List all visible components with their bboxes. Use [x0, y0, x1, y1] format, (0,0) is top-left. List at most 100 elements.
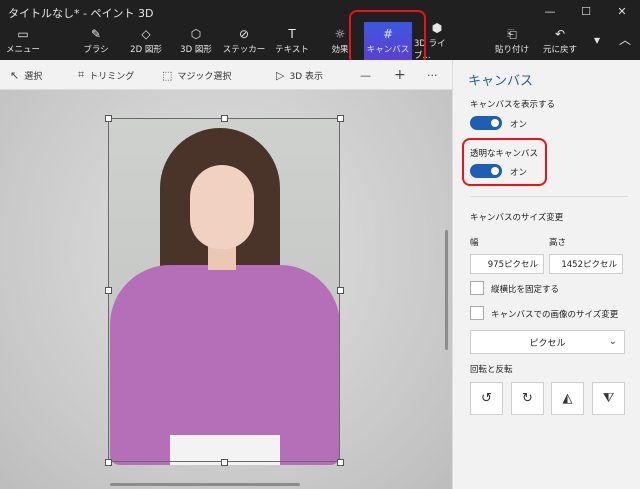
toggle-knob: [491, 119, 499, 127]
text-icon: T: [288, 27, 296, 41]
height-label: 高さ: [549, 238, 567, 248]
canvas-selection-frame: [108, 118, 340, 462]
toolbar-3d-shapes-label: 3D 図形: [180, 45, 212, 55]
magic-select-label: マジック選択: [177, 71, 232, 82]
maximize-icon: ☐: [581, 4, 591, 18]
resize-handle-top[interactable]: [221, 115, 228, 122]
close-button[interactable]: ✕: [604, 0, 640, 22]
horizontal-scrollbar[interactable]: [110, 483, 300, 486]
toolbar-2d-shapes[interactable]: ◇ 2D 図形: [124, 22, 168, 60]
crop-button[interactable]: ⌗ トリミング: [78, 67, 134, 83]
secondary-toolbar: ↖ 選択 ⌗ トリミング ⬚ マジック選択 ▷ 3D 表示 — + ···: [0, 60, 452, 90]
width-input[interactable]: 975ピクセル: [470, 254, 544, 274]
3d-shape-icon: ⬡: [190, 27, 202, 41]
canvas-panel: キャンバス キャンバスを表示する オン 透明なキャンバス オン キャンバスのサイ…: [452, 60, 640, 489]
chevron-down-icon: ⌄: [608, 336, 617, 347]
select-arrow-icon: ↖: [10, 68, 20, 82]
paste-icon: ⎗: [507, 27, 517, 41]
toolbar-more-button[interactable]: ▾: [588, 22, 606, 60]
panel-title: キャンバス: [468, 74, 534, 89]
effects-icon: ☼: [334, 27, 346, 41]
plus-icon: +: [394, 67, 406, 83]
crop-icon: ⌗: [78, 68, 85, 81]
chevron-up-icon: ︿: [618, 33, 631, 47]
select-button[interactable]: ↖ 選択: [10, 67, 42, 83]
show-canvas-state: オン: [510, 120, 528, 130]
2d-shape-icon: ◇: [141, 27, 151, 41]
zoom-out-button[interactable]: —: [360, 67, 371, 83]
rotate-right-icon: ↻: [522, 391, 533, 406]
toolbar-stickers-label: ステッカー: [222, 45, 266, 55]
toolbar-effects-label: 効果: [331, 45, 349, 55]
canvas-tool-highlight: [349, 10, 426, 65]
vertical-scrollbar[interactable]: [445, 230, 448, 350]
toolbar-paste[interactable]: ⎗ 貼り付け: [492, 22, 532, 60]
toolbar-text-label: テキスト: [275, 45, 309, 55]
toolbar-3d-shapes[interactable]: ⬡ 3D 図形: [174, 22, 218, 60]
toolbar-brush[interactable]: ✎ ブラシ: [76, 22, 116, 60]
3d-view-icon: ▷: [276, 68, 285, 82]
unit-dropdown[interactable]: ピクセル ⌄: [470, 330, 625, 354]
resize-handle-left[interactable]: [105, 287, 112, 294]
toolbar-paste-label: 貼り付け: [494, 45, 529, 55]
panel-divider: [470, 196, 628, 197]
3d-view-button[interactable]: ▷ 3D 表示: [276, 67, 323, 83]
toolbar-menu-label: メニュー: [5, 45, 40, 55]
magic-select-icon: ⬚: [162, 68, 173, 82]
lock-aspect-checkbox[interactable]: [470, 281, 484, 295]
menu-icon: ▭: [17, 27, 29, 41]
flip-horizontal-icon: ◭: [562, 391, 573, 406]
zoom-in-button[interactable]: +: [394, 67, 406, 83]
toolbar-stickers[interactable]: ⊘ ステッカー: [222, 22, 266, 60]
more-icon: ···: [427, 68, 438, 82]
toolbar-menu[interactable]: ▭ メニュー: [2, 22, 44, 60]
flip-horizontal-button[interactable]: ◭: [551, 382, 584, 415]
toolbar-collapse-button[interactable]: ︿: [612, 22, 638, 60]
3d-view-label: 3D 表示: [289, 71, 323, 82]
canvas-area[interactable]: [0, 90, 452, 489]
height-input[interactable]: 1452ピクセル: [549, 254, 623, 274]
toolbar-2d-shapes-label: 2D 図形: [130, 45, 162, 55]
toolbar-brush-label: ブラシ: [83, 45, 109, 55]
show-canvas-label: キャンバスを表示する: [470, 100, 556, 110]
rotate-left-icon: ↺: [481, 391, 492, 406]
3d-library-icon: ⬢: [431, 21, 443, 35]
rotate-heading: 回転と反転: [470, 365, 513, 375]
rotate-right-button[interactable]: ↻: [511, 382, 544, 415]
resize-handle-top-left[interactable]: [105, 115, 112, 122]
toolbar-undo[interactable]: ↶ 元に戻す: [540, 22, 580, 60]
rotate-left-button[interactable]: ↺: [470, 382, 503, 415]
minimize-button[interactable]: —: [532, 0, 568, 22]
maximize-button[interactable]: ☐: [568, 0, 604, 22]
undo-icon: ↶: [554, 27, 566, 41]
window-title: タイトルなし* - ペイント 3D: [8, 7, 154, 20]
more-options-button[interactable]: ···: [427, 67, 438, 83]
flip-vertical-button[interactable]: ⧨: [592, 382, 625, 415]
resize-heading: キャンバスのサイズ変更: [470, 213, 564, 223]
select-label: 選択: [24, 71, 43, 82]
brush-icon: ✎: [90, 27, 102, 41]
chevron-down-icon: ▾: [593, 33, 601, 47]
sticker-icon: ⊘: [238, 27, 250, 41]
resize-handle-bottom[interactable]: [221, 459, 228, 466]
width-label: 幅: [470, 238, 479, 248]
unit-value: ピクセル: [529, 338, 566, 349]
resize-image-label: キャンバスでの画像のサイズ変更: [491, 310, 619, 320]
close-icon: ✕: [617, 4, 627, 18]
show-canvas-toggle[interactable]: [470, 116, 502, 130]
transparent-canvas-highlight: [462, 138, 547, 186]
lock-aspect-label: 縦横比を固定する: [491, 285, 560, 295]
crop-label: トリミング: [89, 71, 135, 82]
toolbar-text[interactable]: T テキスト: [272, 22, 312, 60]
resize-handle-right[interactable]: [337, 287, 344, 294]
resize-handle-top-right[interactable]: [337, 115, 344, 122]
resize-handle-bottom-left[interactable]: [105, 459, 112, 466]
resize-image-checkbox[interactable]: [470, 306, 484, 320]
title-bar: タイトルなし* - ペイント 3D — ☐ ✕: [0, 0, 640, 22]
minimize-icon: —: [544, 4, 556, 18]
toolbar-undo-label: 元に戻す: [542, 45, 577, 55]
minus-icon: —: [360, 68, 371, 82]
magic-select-button[interactable]: ⬚ マジック選択: [162, 67, 231, 83]
main-toolbar: ▭ メニュー ✎ ブラシ ◇ 2D 図形 ⬡ 3D 図形 ⊘ ステッカー T テ…: [0, 21, 640, 61]
resize-handle-bottom-right[interactable]: [337, 459, 344, 466]
